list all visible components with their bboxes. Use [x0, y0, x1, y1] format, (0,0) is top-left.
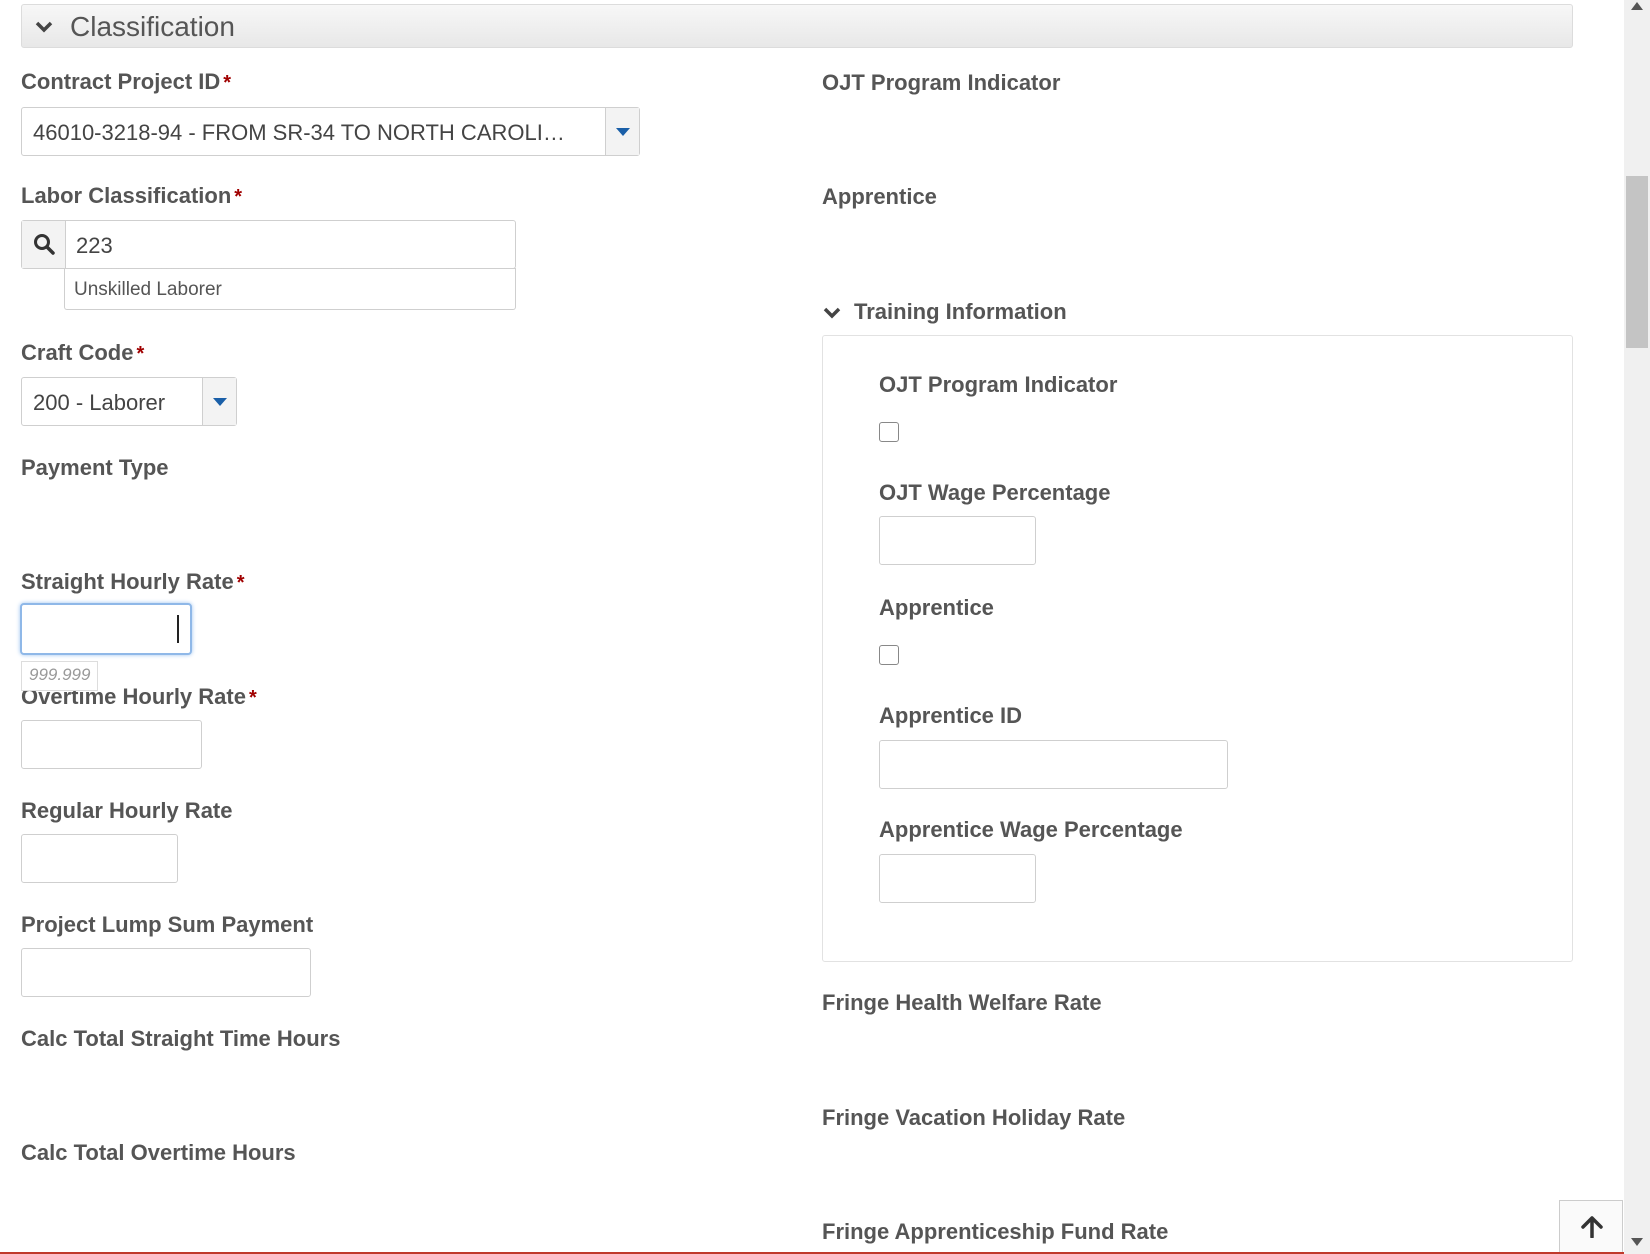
straight-hourly-rate-label: Straight Hourly Rate * [21, 569, 245, 594]
fringe-vacation-holiday-rate-label: Fringe Vacation Holiday Rate [822, 1105, 1126, 1130]
back-to-top-button[interactable] [1559, 1200, 1623, 1254]
apprentice-label: Apprentice [822, 184, 937, 209]
regular-hourly-rate-label: Regular Hourly Rate [21, 798, 233, 823]
search-icon [34, 234, 55, 255]
craft-code-label: Craft Code * [21, 340, 145, 365]
labor-classification-label: Labor Classification * [21, 183, 243, 208]
apprentice-checkbox[interactable] [879, 645, 899, 665]
overtime-hourly-rate-input[interactable] [21, 720, 202, 769]
apprentice-wage-percentage-label: Apprentice Wage Percentage [879, 817, 1183, 842]
required-asterisk: * [236, 572, 245, 594]
project-lump-sum-payment-label: Project Lump Sum Payment [21, 912, 314, 937]
labor-classification-description: Unskilled Laborer [64, 268, 516, 310]
required-asterisk: * [234, 186, 243, 208]
input-format-hint: 999.999 [21, 661, 99, 691]
caret-down-icon [213, 397, 227, 406]
calc-total-straight-time-hours-label: Calc Total Straight Time Hours [21, 1026, 341, 1051]
ojt-program-indicator-checkbox[interactable] [879, 422, 899, 442]
arrow-up-icon [1581, 1216, 1603, 1238]
training-apprentice-label: Apprentice [879, 595, 994, 620]
required-asterisk: * [248, 687, 257, 709]
scroll-up-arrow-icon[interactable] [1631, 2, 1643, 10]
required-asterisk: * [223, 72, 232, 94]
scroll-down-arrow-icon[interactable] [1631, 1238, 1643, 1246]
training-information-title: Training Information [854, 299, 1067, 324]
contract-project-id-dropdown-button[interactable] [605, 108, 639, 155]
ojt-wage-percentage-label: OJT Wage Percentage [879, 480, 1111, 505]
labor-classification-input[interactable]: 223 [76, 233, 113, 259]
labor-classification-description-text: Unskilled Laborer [74, 279, 222, 300]
lookup-search-button[interactable] [22, 221, 66, 268]
fringe-apprenticeship-fund-rate-label: Fringe Apprenticeship Fund Rate [822, 1219, 1169, 1244]
project-lump-sum-payment-input[interactable] [21, 948, 311, 997]
apprentice-wage-percentage-input[interactable] [879, 854, 1036, 903]
labor-classification-lookup[interactable]: 223 [21, 220, 516, 269]
contract-project-id-label: Contract Project ID * [21, 69, 232, 94]
calc-total-overtime-hours-label: Calc Total Overtime Hours [21, 1140, 296, 1165]
apprentice-id-label: Apprentice ID [879, 703, 1023, 728]
scrollbar-thumb[interactable] [1626, 176, 1648, 348]
regular-hourly-rate-input[interactable] [21, 834, 178, 883]
payment-type-label: Payment Type [21, 455, 169, 480]
contract-project-id-value: 46010-3218-94 - FROM SR-34 TO NORTH CARO… [33, 120, 565, 145]
caret-down-icon [616, 127, 630, 136]
chevron-down-icon [35, 21, 53, 33]
ojt-program-indicator-label: OJT Program Indicator [822, 70, 1061, 95]
apprentice-id-input[interactable] [879, 740, 1228, 789]
craft-code-value: 200 - Laborer [33, 390, 166, 415]
craft-code-dropdown-button[interactable] [202, 378, 236, 425]
section-title: Classification [70, 11, 235, 42]
straight-hourly-rate-input[interactable] [20, 603, 192, 655]
required-asterisk: * [136, 343, 145, 365]
training-ojt-program-indicator-label: OJT Program Indicator [879, 372, 1118, 397]
classification-section-header[interactable]: Classification [21, 4, 1573, 48]
contract-project-id-dropdown[interactable]: 46010-3218-94 - FROM SR-34 TO NORTH CARO… [21, 107, 640, 156]
chevron-down-icon [823, 307, 841, 319]
craft-code-dropdown[interactable]: 200 - Laborer [21, 377, 237, 426]
fringe-health-welfare-rate-label: Fringe Health Welfare Rate [822, 990, 1102, 1015]
ojt-wage-percentage-input[interactable] [879, 516, 1036, 565]
text-cursor [177, 615, 179, 643]
